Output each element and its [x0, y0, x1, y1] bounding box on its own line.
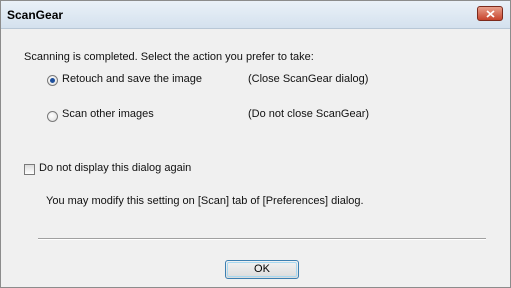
option-scan-other-label[interactable]: Scan other images — [62, 108, 154, 120]
option-retouch-note: (Close ScanGear dialog) — [248, 73, 369, 85]
instruction-text: Scanning is completed. Select the action… — [24, 51, 314, 63]
preferences-hint: You may modify this setting on [Scan] ta… — [46, 195, 364, 207]
close-button[interactable] — [477, 6, 503, 21]
close-x-icon — [486, 10, 495, 18]
option-retouch-label[interactable]: Retouch and save the image — [62, 73, 202, 85]
window-title: ScanGear — [7, 8, 64, 22]
separator-line — [38, 238, 486, 240]
do-not-display-checkbox[interactable] — [24, 164, 35, 175]
do-not-display-label[interactable]: Do not display this dialog again — [39, 162, 191, 174]
radio-scan-other[interactable] — [47, 111, 58, 122]
scangear-dialog: ScanGear Scanning is completed. Select t… — [0, 0, 511, 288]
option-scan-other-note: (Do not close ScanGear) — [248, 108, 370, 120]
title-bar[interactable]: ScanGear — [1, 1, 510, 29]
ok-button[interactable]: OK — [225, 260, 299, 279]
radio-retouch-save[interactable] — [47, 75, 58, 86]
